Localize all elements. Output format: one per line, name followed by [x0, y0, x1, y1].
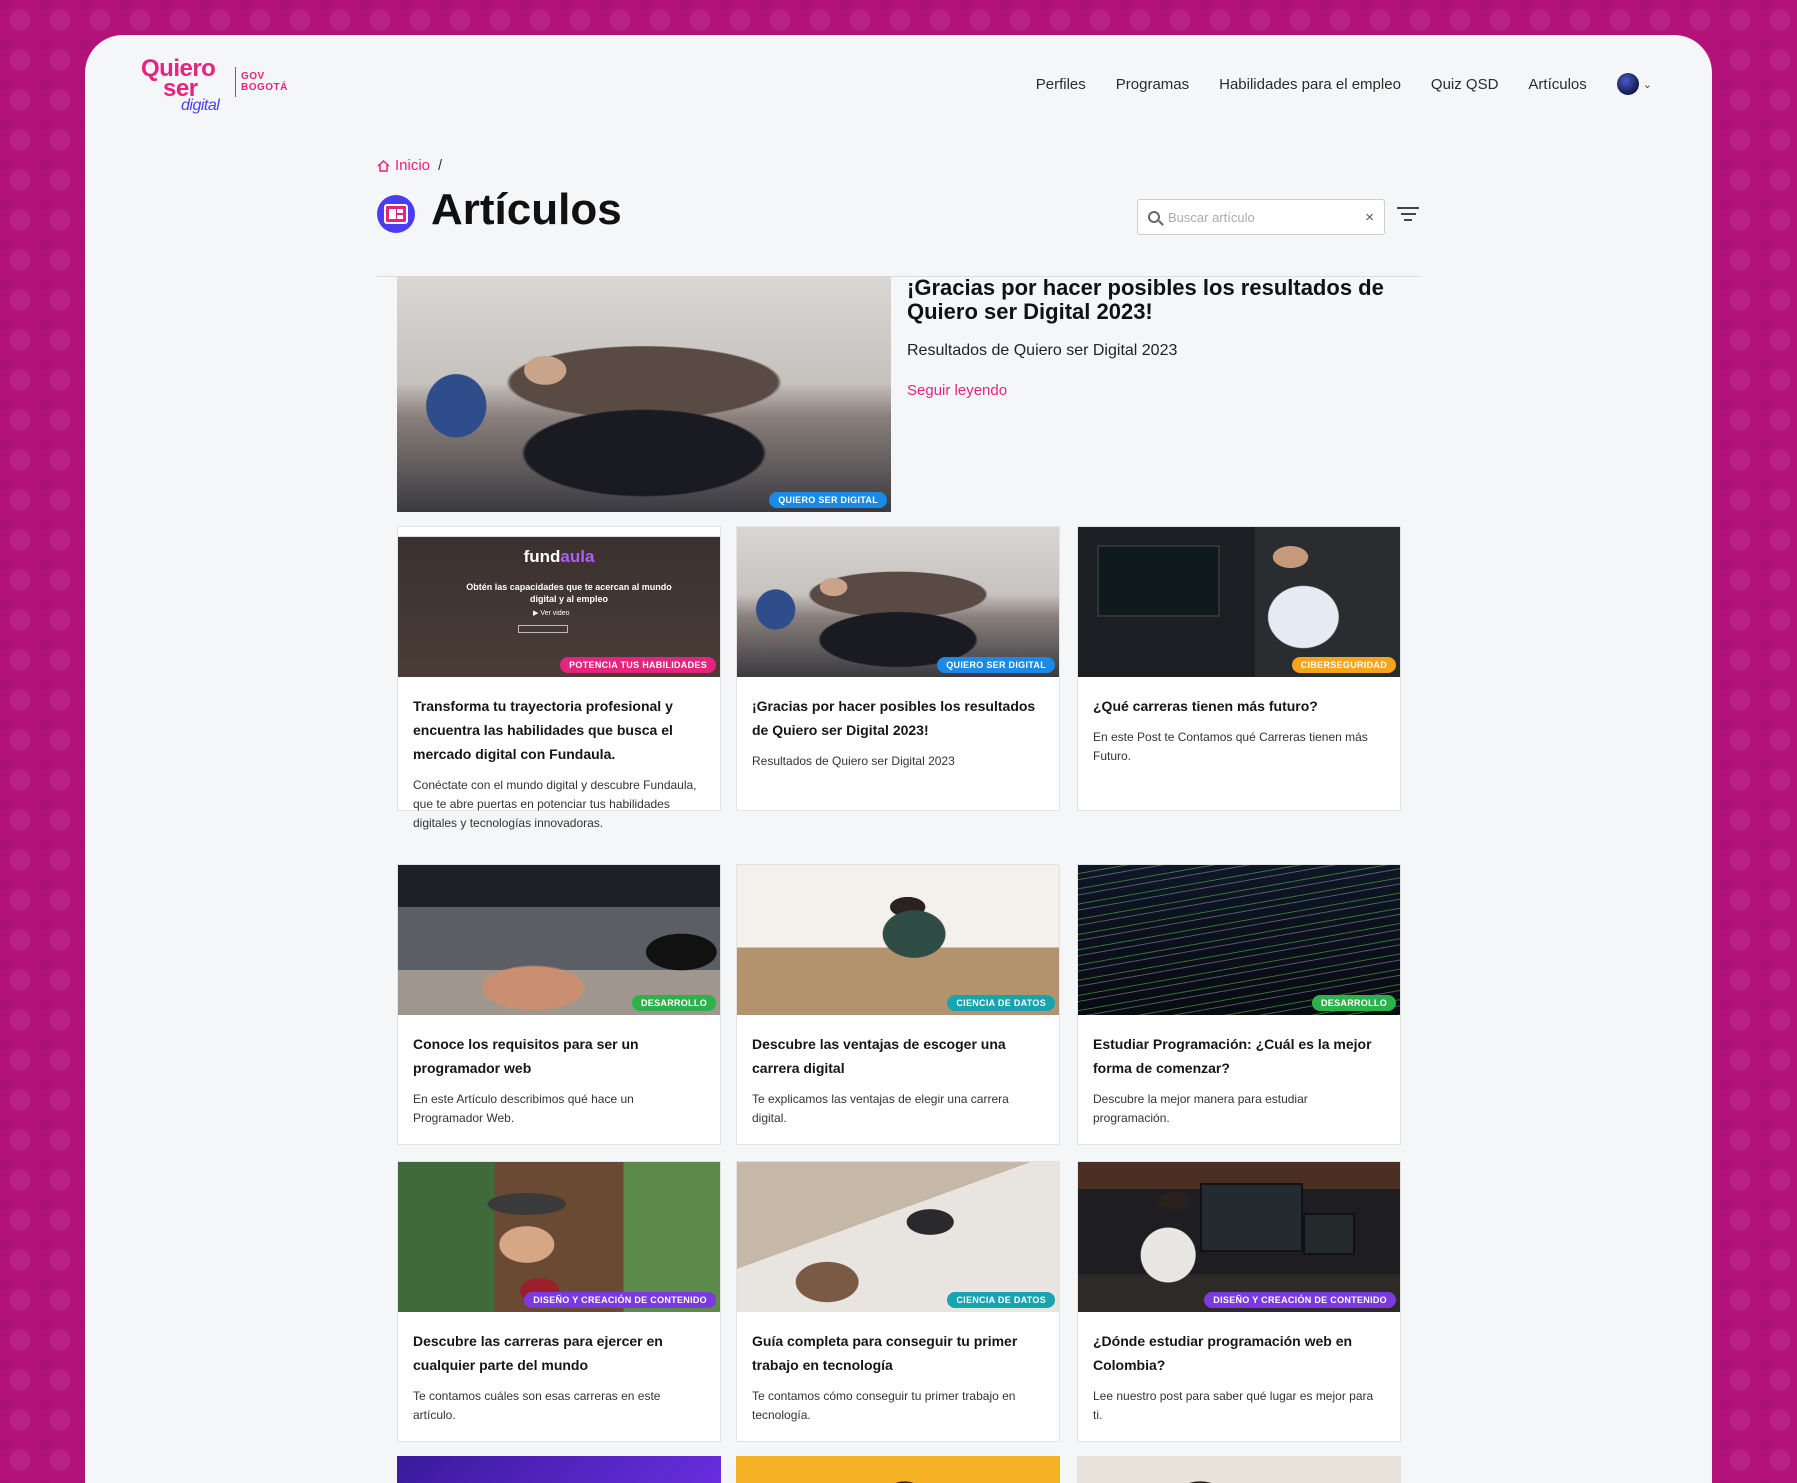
breadcrumb-separator: /	[438, 157, 443, 174]
article-image[interactable]: QUIERO SER DIGITAL	[737, 527, 1059, 677]
article-image[interactable]	[1077, 1456, 1401, 1483]
article-card[interactable]: fundaula Obtén las capacidades que te ac…	[397, 526, 721, 830]
article-description: Te contamos cómo conseguir tu primer tra…	[752, 1389, 1016, 1422]
category-tag: DISEÑO Y CREACIÓN DE CONTENIDO	[524, 1292, 716, 1308]
article-card[interactable]: DESARROLLO Estudiar Programación: ¿Cuál …	[1077, 864, 1401, 1145]
article-image[interactable]: DESARROLLO	[398, 865, 720, 1015]
article-card[interactable]: DESARROLLO Conoce los requisitos para se…	[397, 864, 721, 1145]
article-image[interactable]: CIBERSEGURIDAD	[1078, 527, 1400, 677]
search-box: ×	[1137, 199, 1385, 235]
category-tag: CIENCIA DE DATOS	[947, 1292, 1055, 1308]
video-button: ▶ Ver video	[533, 610, 570, 617]
article-title[interactable]: Guía completa para conseguir tu primer t…	[752, 1329, 1044, 1377]
article-description: Te contamos cuáles son esas carreras en …	[413, 1389, 661, 1422]
fundaula-headline: Obtén las capacidades que te acercan al …	[466, 582, 672, 604]
article-title[interactable]: ¡Gracias por hacer posibles los resultad…	[752, 694, 1044, 742]
language-selector[interactable]: ⌄	[1616, 73, 1652, 95]
article-title[interactable]: Estudiar Programación: ¿Cuál es la mejor…	[1093, 1032, 1385, 1080]
article-card[interactable]: DISEÑO Y CREACIÓN DE CONTENIDO ¿Dónde es…	[1077, 1161, 1401, 1442]
logo-divider	[235, 67, 236, 97]
home-icon	[377, 159, 390, 172]
search-icon	[1148, 211, 1160, 223]
article-description: Descubre la mejor manera para estudiar p…	[1093, 1092, 1308, 1125]
site-header: Quiero ser digital GOV BOGOTÁ Perfiles P…	[85, 35, 1712, 155]
article-description: Te explicamos las ventajas de elegir una…	[752, 1092, 1009, 1125]
search-input[interactable]	[1168, 209, 1358, 225]
articles-icon	[377, 195, 415, 233]
browser-window: Quiero ser digital GOV BOGOTÁ Perfiles P…	[85, 35, 1712, 1483]
article-card[interactable]: CIENCIA DE DATOS Guía completa para cons…	[736, 1161, 1060, 1442]
article-image[interactable]	[736, 1456, 1060, 1483]
featured-article[interactable]: QUIERO SER DIGITAL ¡Gracias por hacer po…	[397, 276, 1387, 512]
article-description: Resultados de Quiero ser Digital 2023	[752, 754, 955, 768]
article-description: Lee nuestro post para saber qué lugar es…	[1093, 1389, 1374, 1422]
category-tag: CIBERSEGURIDAD	[1291, 657, 1396, 673]
clear-icon[interactable]: ×	[1365, 209, 1374, 226]
article-image[interactable]	[397, 1456, 721, 1483]
fundaula-nav	[398, 527, 720, 537]
article-image[interactable]: CIENCIA DE DATOS	[737, 1162, 1059, 1312]
nav-programas[interactable]: Programas	[1116, 76, 1189, 93]
breadcrumb: Inicio /	[377, 157, 442, 174]
article-title[interactable]: Descubre las carreras para ejercer en cu…	[413, 1329, 705, 1377]
category-tag: CIENCIA DE DATOS	[947, 995, 1055, 1011]
site-logo[interactable]: Quiero ser digital GOV BOGOTÁ	[141, 57, 301, 115]
globe-icon	[1616, 73, 1639, 95]
monitor-image	[1097, 545, 1220, 617]
article-image[interactable]: DESARROLLO	[1078, 865, 1400, 1015]
nav-perfiles[interactable]: Perfiles	[1036, 76, 1086, 93]
article-image[interactable]: CIENCIA DE DATOS	[737, 865, 1059, 1015]
article-image[interactable]: DISEÑO Y CREACIÓN DE CONTENIDO	[398, 1162, 720, 1312]
page-title: Artículos	[431, 185, 622, 234]
category-tag: DESARROLLO	[632, 995, 716, 1011]
featured-subtitle: Resultados de Quiero ser Digital 2023	[907, 342, 1178, 359]
logo-line2: ser	[163, 75, 198, 102]
nav-quiz[interactable]: Quiz QSD	[1431, 76, 1499, 93]
nav-articulos[interactable]: Artículos	[1528, 76, 1586, 93]
breadcrumb-home[interactable]: Inicio	[377, 157, 430, 174]
filter-icon[interactable]	[1397, 207, 1419, 223]
article-title[interactable]: ¿Qué carreras tienen más futuro?	[1093, 694, 1385, 718]
article-description: Conéctate con el mundo digital y descubr…	[413, 778, 697, 830]
article-description: En este Artículo describimos qué hace un…	[413, 1092, 634, 1125]
breadcrumb-home-label: Inicio	[395, 157, 431, 174]
article-image[interactable]: DISEÑO Y CREACIÓN DE CONTENIDO	[1078, 1162, 1400, 1312]
fundaula-bar	[518, 625, 568, 633]
article-title[interactable]: Transforma tu trayectoria profesional y …	[413, 694, 705, 766]
article-title[interactable]: Descubre las ventajas de escoger una car…	[752, 1032, 1044, 1080]
chevron-down-icon: ⌄	[1642, 78, 1652, 91]
article-card[interactable]: QUIERO SER DIGITAL ¡Gracias por hacer po…	[736, 526, 1060, 811]
article-title[interactable]: ¿Dónde estudiar programación web en Colo…	[1093, 1329, 1385, 1377]
main-nav: Perfiles Programas Habilidades para el e…	[1036, 73, 1652, 95]
article-description: En este Post te Contamos qué Carreras ti…	[1093, 730, 1368, 763]
category-tag: POTENCIA TUS HABILIDADES	[560, 657, 716, 673]
partner-logo: GOV BOGOTÁ	[241, 71, 288, 93]
article-card[interactable]: CIBERSEGURIDAD ¿Qué carreras tienen más …	[1077, 526, 1401, 811]
featured-image[interactable]: QUIERO SER DIGITAL	[397, 276, 891, 512]
page-title-row: Artículos ×	[377, 185, 1420, 277]
read-more-link[interactable]: Seguir leyendo	[907, 382, 1007, 399]
category-tag: QUIERO SER DIGITAL	[769, 492, 887, 508]
laptop-image	[1303, 1213, 1355, 1255]
logo-line3: digital	[181, 97, 220, 114]
category-tag: DISEÑO Y CREACIÓN DE CONTENIDO	[1204, 1292, 1396, 1308]
category-tag: QUIERO SER DIGITAL	[937, 657, 1055, 673]
article-image[interactable]: fundaula Obtén las capacidades que te ac…	[398, 527, 720, 677]
article-card[interactable]: CIENCIA DE DATOS Descubre las ventajas d…	[736, 864, 1060, 1145]
article-card[interactable]: DISEÑO Y CREACIÓN DE CONTENIDO Descubre …	[397, 1161, 721, 1442]
fundaula-logo: fundaula	[523, 547, 595, 566]
logo-wordmark: Quiero ser digital	[141, 57, 220, 114]
monitor-image	[1200, 1183, 1304, 1252]
nav-habilidades[interactable]: Habilidades para el empleo	[1219, 76, 1401, 93]
category-tag: DESARROLLO	[1312, 995, 1396, 1011]
featured-title[interactable]: ¡Gracias por hacer posibles los resultad…	[907, 276, 1387, 324]
article-title[interactable]: Conoce los requisitos para ser un progra…	[413, 1032, 705, 1080]
